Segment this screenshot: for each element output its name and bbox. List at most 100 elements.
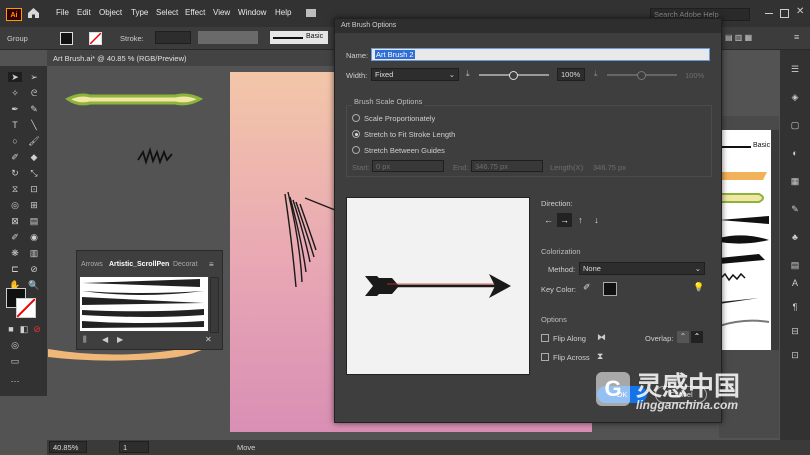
gradient-mode-icon[interactable]: ◧	[17, 324, 31, 334]
panel-menu-icon[interactable]: ≡	[794, 32, 799, 42]
stroke-swatch[interactable]	[89, 32, 102, 45]
width-percent-field[interactable]: 100%	[557, 68, 585, 81]
tips-icon[interactable]: 💡	[693, 282, 704, 293]
brushes-panel-icon[interactable]: ✎	[788, 204, 802, 214]
menu-select[interactable]: Select	[156, 8, 178, 17]
panel-scrollbar[interactable]	[210, 277, 219, 333]
method-select[interactable]: None ⌄	[579, 262, 705, 275]
properties-panel-icon[interactable]: ☰	[788, 64, 802, 74]
column-graph-tool-icon[interactable]: ▥	[27, 248, 41, 258]
align-icons[interactable]: ▤ ▥ ▦	[725, 33, 770, 42]
stretch-between-guides-radio[interactable]	[352, 146, 360, 154]
magic-wand-tool-icon[interactable]: ✧	[8, 88, 22, 98]
menu-edit[interactable]: Edit	[77, 8, 91, 17]
artboard-tool-icon[interactable]: ⊏	[8, 264, 22, 274]
graphic-styles-panel-icon[interactable]: ▤	[788, 260, 802, 270]
home-icon[interactable]	[27, 7, 40, 19]
panel-tab-decorative[interactable]: Decorat	[173, 261, 198, 268]
paintbrush-tool-icon[interactable]: 🖌	[27, 136, 41, 146]
layers-panel-icon[interactable]: ◈	[788, 92, 802, 102]
eyedropper-tool-icon[interactable]: ✐	[8, 232, 22, 242]
flip-across-checkbox[interactable]	[541, 353, 549, 361]
direction-right-button[interactable]: →	[557, 213, 572, 227]
direction-left-button[interactable]: ←	[541, 213, 556, 227]
blend-tool-icon[interactable]: ◉	[27, 232, 41, 242]
brushes-list-area[interactable]: Basic	[719, 130, 771, 350]
transform-panel-icon[interactable]: ⊡	[788, 350, 802, 360]
menu-file[interactable]: File	[56, 8, 69, 17]
selection-tool-icon[interactable]: ➤	[8, 72, 22, 82]
mesh-tool-icon[interactable]: ⊠	[8, 216, 22, 226]
maximize-icon[interactable]	[780, 9, 789, 18]
menu-view[interactable]: View	[213, 8, 230, 17]
next-library-icon[interactable]: ▶	[117, 335, 123, 344]
curvature-tool-icon[interactable]: ✎	[27, 104, 41, 114]
width-slider[interactable]	[479, 71, 549, 80]
document-tab[interactable]: Art Brush.ai* @ 40.85 % (RGB/Preview)	[47, 50, 337, 66]
color-panel-icon[interactable]: ◐	[788, 148, 802, 158]
variable-width-field[interactable]	[198, 31, 258, 44]
line-tool-icon[interactable]: ╲	[27, 120, 41, 130]
menu-type[interactable]: Type	[131, 8, 148, 17]
free-transform-tool-icon[interactable]: ⊡	[27, 184, 41, 194]
libraries-panel-icon[interactable]: ▢	[788, 120, 802, 130]
symbol-sprayer-tool-icon[interactable]: ❋	[8, 248, 22, 258]
menu-object[interactable]: Object	[99, 8, 122, 17]
shape-builder-tool-icon[interactable]: ◎	[8, 200, 22, 210]
trash-icon[interactable]: ✕	[205, 335, 212, 344]
workspace-switcher-icon[interactable]	[306, 9, 316, 17]
menu-effect[interactable]: Effect	[185, 8, 205, 17]
library-menu-icon[interactable]: ⫼	[83, 335, 87, 345]
key-color-swatch[interactable]	[603, 282, 617, 296]
character-panel-icon[interactable]: A	[788, 278, 802, 288]
flip-along-checkbox[interactable]	[541, 334, 549, 342]
artboard-number-field[interactable]: 1	[119, 441, 149, 453]
scale-tool-icon[interactable]: ⤡	[27, 168, 41, 178]
panel-menu-icon[interactable]: ≡	[209, 260, 214, 269]
perspective-grid-tool-icon[interactable]: ⊞	[27, 200, 41, 210]
shaper-tool-icon[interactable]: ✐	[8, 152, 22, 162]
width-select[interactable]: Fixed ⌄	[371, 68, 459, 81]
close-icon[interactable]: ✕	[796, 6, 804, 17]
screen-mode-icon[interactable]: ▭	[8, 356, 22, 366]
draw-mode-icon[interactable]: ◎	[8, 340, 22, 350]
gradient-tool-icon[interactable]: ▤	[27, 216, 41, 226]
direction-down-button[interactable]: ↓	[589, 213, 604, 227]
paragraph-panel-icon[interactable]: ¶	[788, 302, 802, 312]
scale-proportionately-radio[interactable]	[352, 114, 360, 122]
menu-help[interactable]: Help	[275, 8, 291, 17]
overlap-adjust-button[interactable]: ⌃	[677, 331, 689, 343]
minimize-icon[interactable]	[765, 13, 773, 14]
brushes-scrollbar[interactable]	[771, 130, 779, 350]
type-tool-icon[interactable]: T	[8, 120, 22, 130]
stroke-weight-field[interactable]	[155, 31, 191, 44]
zoom-tool-icon[interactable]: 🔍	[27, 280, 41, 290]
stretch-to-fit-radio[interactable]	[352, 130, 360, 138]
swatches-panel-icon[interactable]: ▦	[788, 176, 802, 186]
width-tool-icon[interactable]: ⧖	[8, 184, 22, 194]
fill-swatch[interactable]	[60, 32, 73, 45]
panel-tab-arrows[interactable]: Arrows	[81, 261, 103, 268]
rotate-tool-icon[interactable]: ↻	[8, 168, 22, 178]
eraser-tool-icon[interactable]: ◆	[27, 152, 41, 162]
direct-selection-tool-icon[interactable]: ➢	[27, 72, 41, 82]
brush-list[interactable]	[80, 277, 208, 331]
direction-up-button[interactable]: ↑	[573, 213, 588, 227]
overlap-no-adjust-button[interactable]: ⌃	[691, 331, 703, 343]
pen-tool-icon[interactable]: ✒	[8, 104, 22, 114]
ellipse-tool-icon[interactable]: ○	[8, 136, 22, 146]
name-input[interactable]: Art Brush 2	[371, 48, 710, 61]
slice-tool-icon[interactable]: ⊘	[27, 264, 41, 274]
panel-tab-artistic-scrollpen[interactable]: Artistic_ScrollPen	[109, 261, 169, 268]
more-tools-icon[interactable]: ⋯	[8, 376, 22, 386]
lasso-tool-icon[interactable]: ᘓ	[27, 88, 41, 98]
none-mode-icon[interactable]: ⊘	[30, 324, 44, 334]
stroke-color-swatch[interactable]	[16, 298, 36, 318]
eyedropper-icon[interactable]: ✐	[583, 282, 591, 293]
zoom-field[interactable]: 40.85%	[49, 441, 87, 453]
width-slider-thumb[interactable]	[509, 71, 518, 80]
symbols-panel-icon[interactable]: ♣	[788, 232, 802, 242]
previous-library-icon[interactable]: ◀	[102, 335, 108, 344]
align-panel-icon[interactable]: ⊟	[788, 326, 802, 336]
color-mode-icon[interactable]: ■	[4, 324, 18, 334]
